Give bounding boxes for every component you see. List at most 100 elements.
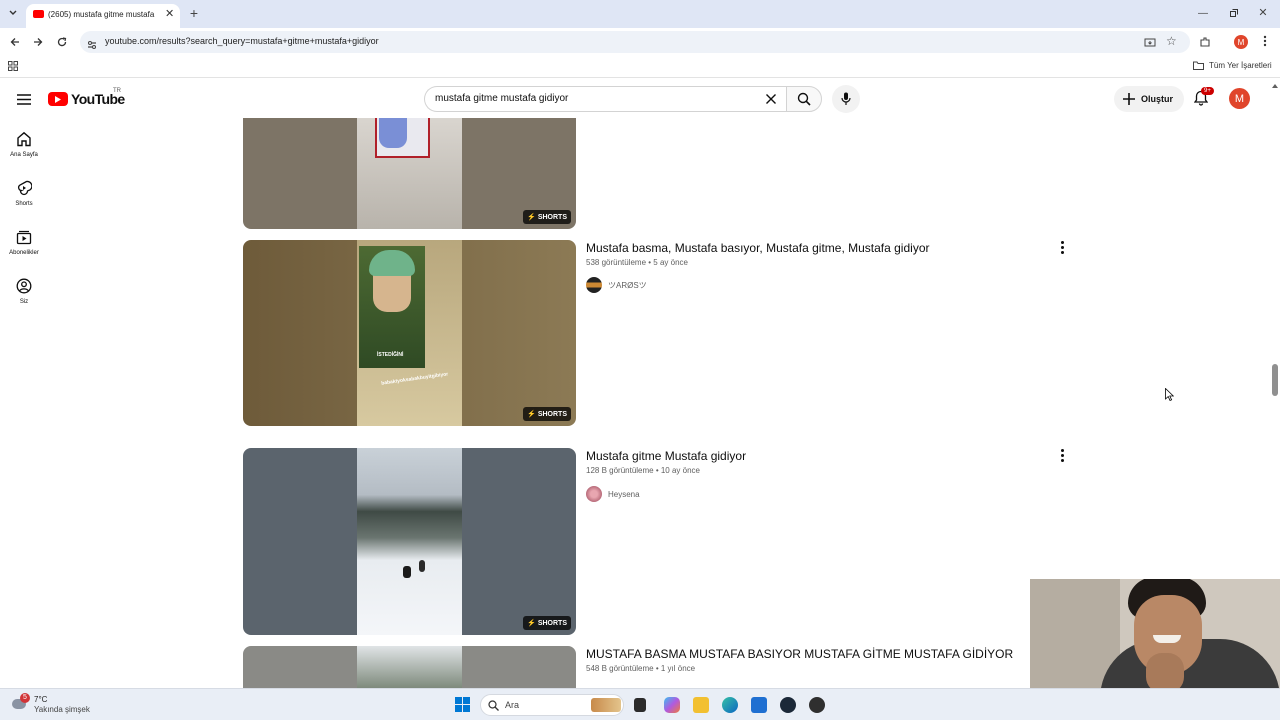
weather-widget[interactable]: 5 7°C Yakında şimşek: [12, 693, 122, 717]
plus-icon: [1122, 92, 1136, 106]
create-button[interactable]: Oluştur: [1114, 86, 1184, 112]
video-thumbnail[interactable]: [243, 646, 576, 688]
figure-image: [379, 118, 407, 148]
video-title[interactable]: Mustafa gitme Mustafa gidiyor: [586, 449, 746, 463]
scrollbar-thumb[interactable]: [1272, 364, 1278, 396]
search-highlight-image: [591, 698, 621, 712]
voice-search-button[interactable]: [832, 85, 860, 113]
minimize-icon[interactable]: —: [1196, 6, 1210, 20]
thumbnail-caption: İSTEDİĞİNİ: [377, 352, 404, 358]
view-count: 538 görüntüleme: [586, 258, 647, 267]
weather-alert-badge: 5: [20, 693, 30, 703]
channel-name: ツARØSツ: [608, 280, 647, 290]
video-thumbnail[interactable]: ⚡ SHORTS: [243, 448, 576, 635]
create-label: Oluştur: [1141, 94, 1174, 104]
person-figure: [403, 566, 411, 578]
clear-search-icon[interactable]: [765, 92, 777, 104]
browser-profile-avatar[interactable]: M: [1234, 35, 1248, 49]
install-app-icon[interactable]: [1144, 36, 1156, 48]
channel-avatar: [586, 486, 602, 502]
sidebar-item-home[interactable]: Ana Sayfa: [0, 131, 48, 158]
shorts-badge: ⚡ SHORTS: [523, 210, 571, 224]
hamburger-menu-icon[interactable]: [16, 91, 32, 107]
apps-grid-icon[interactable]: [7, 60, 19, 72]
thumbnail-frame: [357, 646, 462, 688]
new-tab-icon[interactable]: +: [186, 5, 202, 21]
restore-icon[interactable]: [1228, 7, 1240, 19]
all-bookmarks-label: Tüm Yer İşaretleri: [1209, 61, 1272, 70]
browser-menu-icon[interactable]: [1258, 34, 1272, 48]
store-icon[interactable]: [751, 697, 767, 713]
portrait-image: İSTEDİĞİNİ: [359, 246, 425, 368]
sidebar-item-label: Ana Sayfa: [10, 152, 38, 158]
sidebar-item-label: Abonelikler: [9, 250, 39, 256]
forward-icon[interactable]: [31, 35, 45, 49]
sidebar-item-shorts[interactable]: Shorts: [0, 180, 48, 207]
address-bar[interactable]: youtube.com/results?search_query=mustafa…: [80, 31, 1190, 53]
bookmark-star-icon[interactable]: ☆: [1166, 34, 1177, 48]
reload-icon[interactable]: [55, 35, 69, 49]
video-thumbnail[interactable]: ⚡ SHORTS: [243, 118, 576, 229]
thumbnail-frame: [357, 448, 462, 635]
tab-close-icon[interactable]: ✕: [165, 7, 174, 20]
account-icon: [16, 278, 32, 294]
upload-age: 5 ay önce: [653, 258, 688, 267]
person-figure: [419, 560, 425, 572]
folder-icon: [1193, 61, 1204, 70]
channel-link[interactable]: Heysena: [586, 486, 640, 502]
start-button[interactable]: [455, 697, 470, 712]
thumbnail-frame: [357, 118, 462, 229]
channel-avatar: [586, 277, 602, 293]
channel-link[interactable]: ツARØSツ: [586, 277, 647, 293]
bookmarks-bar: Tüm Yer İşaretleri: [0, 56, 1280, 78]
video-title[interactable]: Mustafa basma, Mustafa basıyor, Mustafa …: [586, 241, 929, 255]
taskbar-search[interactable]: Ara: [480, 694, 624, 716]
tab-search-icon[interactable]: [6, 6, 20, 20]
youtube-header: YouTube TR mustafa gitme mustafa gidiyor…: [0, 80, 1280, 118]
more-actions-icon[interactable]: [1058, 240, 1066, 254]
task-view-icon[interactable]: [634, 698, 646, 712]
search-input[interactable]: mustafa gitme mustafa gidiyor: [424, 86, 786, 112]
view-count: 128 B görüntüleme: [586, 466, 654, 475]
taskbar-search-placeholder: Ara: [505, 700, 520, 710]
taskbar-search-icon: [488, 700, 499, 711]
region-code: TR: [113, 88, 121, 94]
search-button[interactable]: [786, 86, 822, 112]
browser-tab-active[interactable]: (2605) mustafa gitme mustafa g ✕: [26, 4, 180, 28]
upload-age: 10 ay önce: [660, 466, 700, 475]
shorts-badge-label: SHORTS: [537, 619, 567, 627]
all-bookmarks-button[interactable]: Tüm Yer İşaretleri: [1193, 61, 1272, 70]
notifications-button[interactable]: 9+: [1193, 87, 1214, 108]
sidebar-item-subscriptions[interactable]: Abonelikler: [0, 229, 48, 256]
person-smile: [1153, 635, 1181, 643]
browser-tab-strip: (2605) mustafa gitme mustafa g ✕ + — ✕: [0, 0, 1280, 28]
microphone-icon: [841, 92, 851, 106]
file-explorer-icon[interactable]: [693, 697, 709, 713]
scroll-up-arrow-icon[interactable]: [1272, 84, 1278, 88]
copilot-icon[interactable]: [664, 697, 680, 713]
youtube-logo[interactable]: YouTube TR: [48, 88, 125, 107]
video-metadata: 128 B görüntüleme • 10 ay önce: [586, 466, 700, 475]
steam-icon[interactable]: [780, 697, 796, 713]
sidebar-item-label: Siz: [19, 299, 29, 305]
account-avatar-letter: M: [1234, 92, 1245, 105]
video-title[interactable]: MUSTAFA BASMA MUSTAFA BASIYOR MUSTAFA Gİ…: [586, 647, 1013, 661]
back-icon[interactable]: [8, 35, 22, 49]
mouse-cursor-icon: [1165, 387, 1175, 406]
more-actions-icon[interactable]: [1058, 448, 1066, 462]
site-info-icon[interactable]: [87, 37, 97, 49]
edge-browser-icon[interactable]: [722, 697, 738, 713]
extensions-icon[interactable]: [1198, 35, 1212, 49]
video-thumbnail[interactable]: İSTEDİĞİNİ babaktyoksabakbuyitgibiyor ⚡ S…: [243, 240, 576, 426]
sidebar-item-you[interactable]: Siz: [0, 278, 48, 305]
account-avatar[interactable]: M: [1229, 88, 1250, 109]
tab-title: (2605) mustafa gitme mustafa g: [48, 10, 156, 19]
browser-profile-letter: M: [1237, 37, 1245, 47]
shorts-small-icon: ⚡: [527, 620, 536, 627]
obs-icon[interactable]: [809, 697, 825, 713]
weather-desc: Yakında şimşek: [34, 705, 90, 714]
close-window-icon[interactable]: ✕: [1256, 5, 1270, 19]
notification-count-badge: 9+: [1201, 87, 1214, 95]
search-query-text: mustafa gitme mustafa gidiyor: [435, 93, 569, 104]
youtube-favicon-icon: [33, 10, 44, 18]
